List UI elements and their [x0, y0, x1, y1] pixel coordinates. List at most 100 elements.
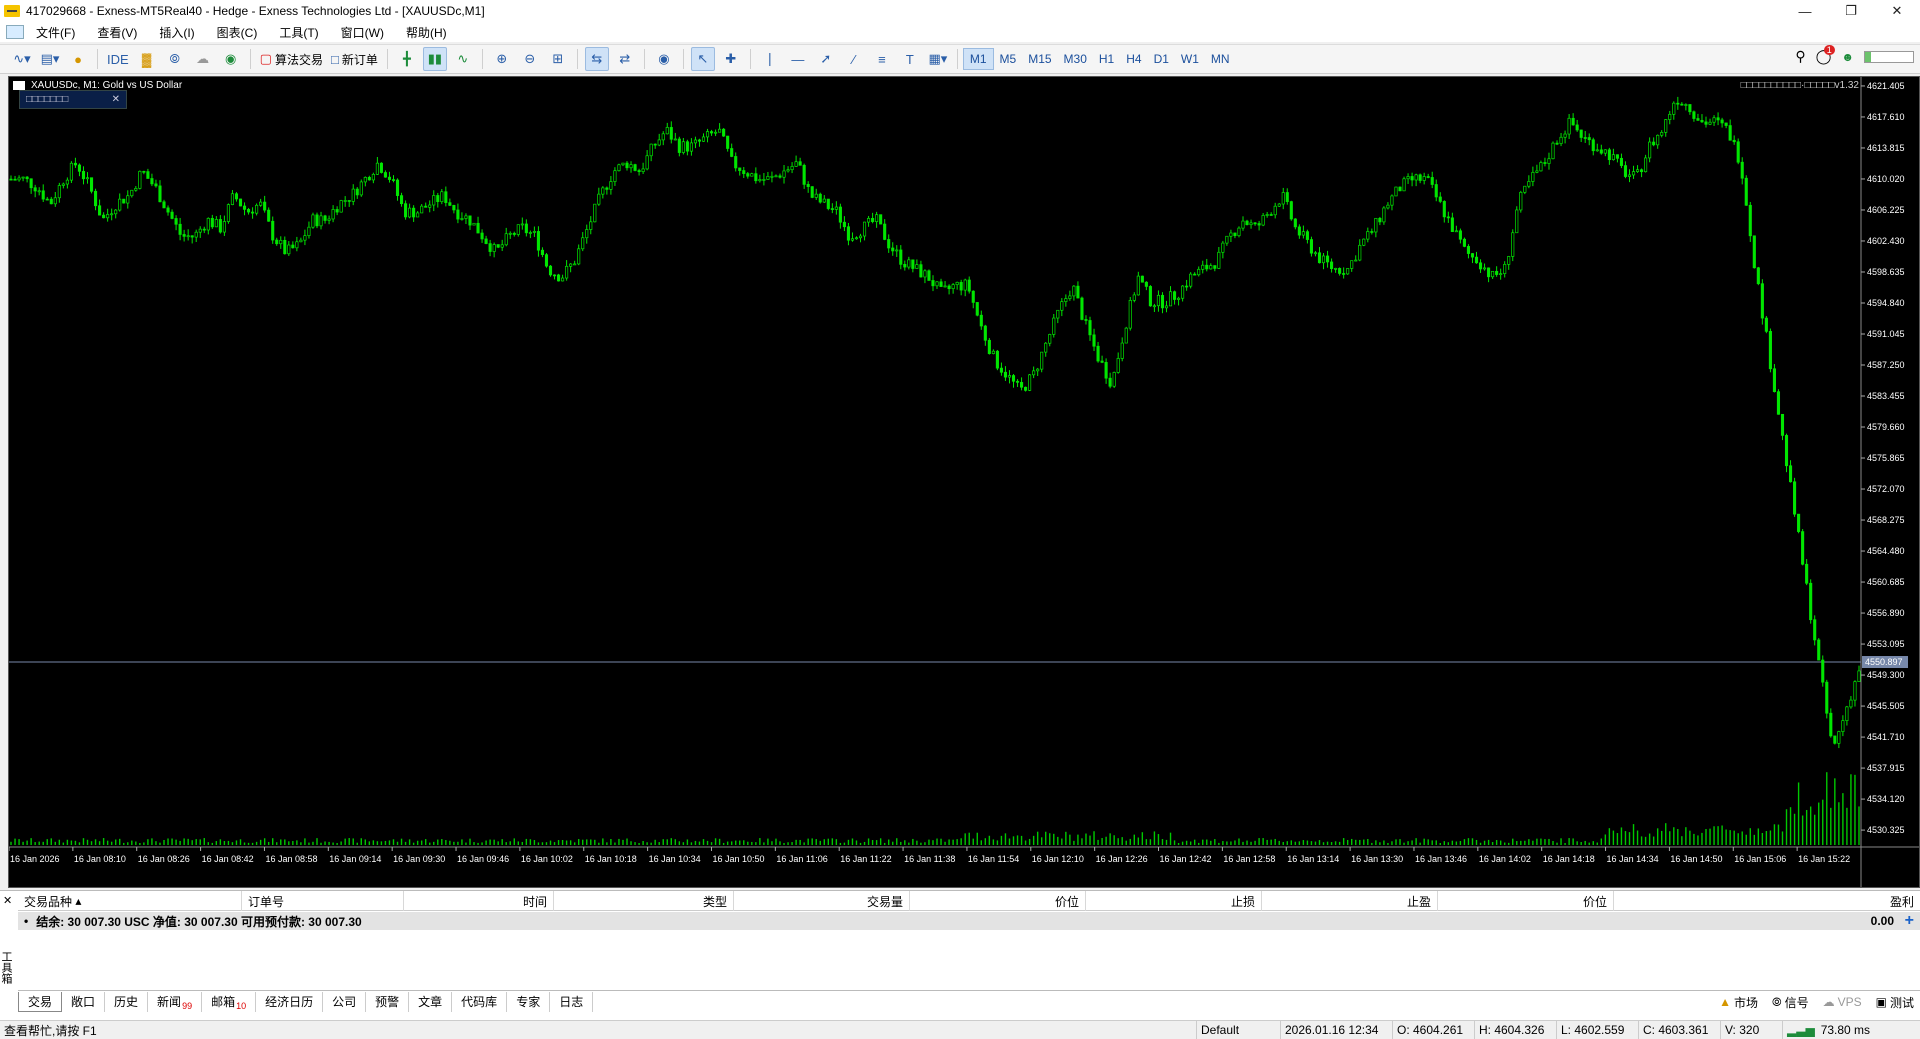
col-symbol[interactable]: 交易品种 ▴ — [18, 891, 242, 911]
col-profit[interactable]: 盈利 — [1614, 891, 1920, 911]
chart-shift-icon[interactable]: ⇄ — [613, 47, 637, 71]
balance-row[interactable]: • 结余: 30 007.30 USC 净值: 30 007.30 可用预付款:… — [18, 912, 1920, 930]
indicator-mini-panel[interactable]: □□□□□□□ ✕ — [19, 90, 127, 109]
add-icon[interactable]: + — [1905, 912, 1914, 930]
signals-link[interactable]: ⦾ 信号 — [1772, 994, 1809, 1011]
candle-body — [1301, 231, 1305, 236]
status-profile[interactable]: Default — [1196, 1021, 1280, 1039]
cursor-icon[interactable]: ↖ — [690, 47, 715, 71]
vps-icon[interactable]: ◉ — [219, 47, 243, 71]
candle-body — [1418, 174, 1422, 181]
tile-windows-icon[interactable]: ⊞ — [546, 47, 570, 71]
mini-panel-close-icon[interactable]: ✕ — [112, 94, 120, 105]
auto-scroll-icon[interactable]: ⇆ — [584, 47, 609, 71]
algo-trading-button[interactable]: ▢ 算法交易 — [258, 47, 325, 71]
fibonacci-icon[interactable]: ≡ — [870, 47, 894, 71]
market-link[interactable]: ▲ 市场 — [1719, 994, 1758, 1011]
screenshot-icon[interactable]: ◉ — [652, 47, 676, 71]
timeframe-m5[interactable]: M5 — [994, 48, 1023, 70]
timeframe-m1[interactable]: M1 — [962, 48, 994, 70]
tab-articles[interactable]: 文章 — [409, 991, 453, 1012]
candle-body — [1700, 119, 1704, 123]
candle-body — [1321, 255, 1326, 264]
x-tick-label: 16 Jan 14:02 — [1479, 854, 1531, 864]
candle-body — [585, 229, 589, 239]
ide-button[interactable]: IDE — [105, 47, 131, 71]
x-tick-label: 16 Jan 08:42 — [202, 854, 254, 864]
trendline-icon[interactable]: ➚ — [814, 47, 838, 71]
vps-link[interactable]: ☁ VPS — [1823, 995, 1862, 1009]
close-button[interactable]: ✕ — [1874, 0, 1920, 22]
vertical-line-icon[interactable]: ❘ — [758, 47, 782, 71]
toolbox-close-icon[interactable]: ✕ — [3, 894, 12, 907]
candle-body — [359, 181, 363, 196]
col-type[interactable]: 类型 — [554, 891, 734, 911]
cloud-icon[interactable]: ☁ — [191, 47, 215, 71]
candle-body — [1825, 681, 1829, 714]
tab-calendar[interactable]: 经济日历 — [256, 991, 324, 1012]
col-current-price[interactable]: 价位 — [1438, 891, 1614, 911]
tab-journal[interactable]: 日志 — [550, 991, 594, 1012]
market-icon[interactable]: ● — [66, 47, 90, 71]
lock-icon[interactable]: ▓ — [135, 47, 159, 71]
tester-link[interactable]: ▣ 测试 — [1876, 994, 1914, 1011]
menu-insert[interactable]: 插入(I) — [159, 24, 194, 41]
timeframe-m30[interactable]: M30 — [1058, 48, 1093, 70]
timeframe-w1[interactable]: W1 — [1175, 48, 1205, 70]
menu-help[interactable]: 帮助(H) — [406, 24, 447, 41]
tab-history[interactable]: 历史 — [105, 991, 149, 1012]
text-icon[interactable]: T — [898, 47, 922, 71]
chart-type-icon[interactable]: ∿▾ — [10, 47, 34, 71]
menu-view[interactable]: 查看(V) — [97, 24, 137, 41]
signal-icon[interactable]: ⦾ — [163, 47, 187, 71]
tab-company[interactable]: 公司 — [323, 991, 367, 1012]
menu-window[interactable]: 窗口(W) — [341, 24, 384, 41]
maximize-button[interactable]: ❐ — [1828, 0, 1874, 22]
menu-file[interactable]: 文件(F) — [36, 24, 75, 41]
timeframe-h1[interactable]: H1 — [1093, 48, 1120, 70]
col-sl[interactable]: 止损 — [1086, 891, 1262, 911]
horizontal-line-icon[interactable]: — — [786, 47, 810, 71]
price-chart[interactable]: 4621.405 4617.610 4613.815 4610.020 4606.225… — [9, 77, 1919, 887]
timeframe-h4[interactable]: H4 — [1120, 48, 1147, 70]
menu-tools[interactable]: 工具(T) — [279, 24, 318, 41]
new-chart-icon[interactable]: ▤▾ — [38, 47, 62, 71]
col-tp[interactable]: 止盈 — [1262, 891, 1438, 911]
chart-menu-icon[interactable] — [13, 81, 25, 90]
tab-codebase[interactable]: 代码库 — [452, 991, 508, 1012]
channel-icon[interactable]: ∕ — [842, 47, 866, 71]
tab-trade[interactable]: 交易 — [18, 991, 63, 1012]
minimize-button[interactable]: — — [1782, 0, 1828, 22]
user-icon[interactable]: ☻ — [1841, 50, 1854, 64]
timeframe-m15[interactable]: M15 — [1022, 48, 1057, 70]
shapes-icon[interactable]: ▦▾ — [926, 47, 950, 71]
candle-body — [862, 221, 867, 237]
col-time[interactable]: 时间 — [404, 891, 554, 911]
menu-chart[interactable]: 图表(C) — [217, 24, 258, 41]
candle-body — [701, 136, 706, 142]
candle-body — [1168, 291, 1173, 307]
zoom-in-icon[interactable]: ⊕ — [490, 47, 514, 71]
tab-exposure[interactable]: 敞口 — [62, 991, 106, 1012]
tab-experts[interactable]: 专家 — [507, 991, 551, 1012]
notification-icon[interactable]: ◯ 1 — [1816, 45, 1835, 65]
status-connection[interactable]: ▂▃▅ 73.80 ms — [1782, 1021, 1920, 1039]
tab-alerts[interactable]: 预警 — [366, 991, 410, 1012]
chart-window[interactable]: 4621.405 4617.610 4613.815 4610.020 4606.225… — [8, 76, 1920, 888]
new-order-button[interactable]: □ 新订单 — [329, 47, 380, 71]
col-price[interactable]: 价位 — [910, 891, 1086, 911]
line-chart-icon[interactable]: ∿ — [451, 47, 475, 71]
tab-mailbox[interactable]: 邮箱 10 — [202, 991, 257, 1012]
timeframe-mn[interactable]: MN — [1205, 48, 1236, 70]
candlestick-icon[interactable]: ▮▮ — [422, 47, 447, 71]
col-volume[interactable]: 交易量 — [734, 891, 910, 911]
timeframe-d1[interactable]: D1 — [1148, 48, 1175, 70]
search-icon[interactable]: ⚲ — [1795, 48, 1805, 65]
crosshair-icon[interactable]: ✚ — [719, 47, 743, 71]
chart-window-icon[interactable] — [6, 25, 24, 39]
bar-chart-icon[interactable]: ╋ — [395, 47, 419, 71]
col-ticket[interactable]: 订单号 — [242, 891, 404, 911]
zoom-out-icon[interactable]: ⊖ — [518, 47, 542, 71]
candle-body — [1382, 207, 1386, 223]
tab-news[interactable]: 新闻 99 — [148, 991, 203, 1012]
